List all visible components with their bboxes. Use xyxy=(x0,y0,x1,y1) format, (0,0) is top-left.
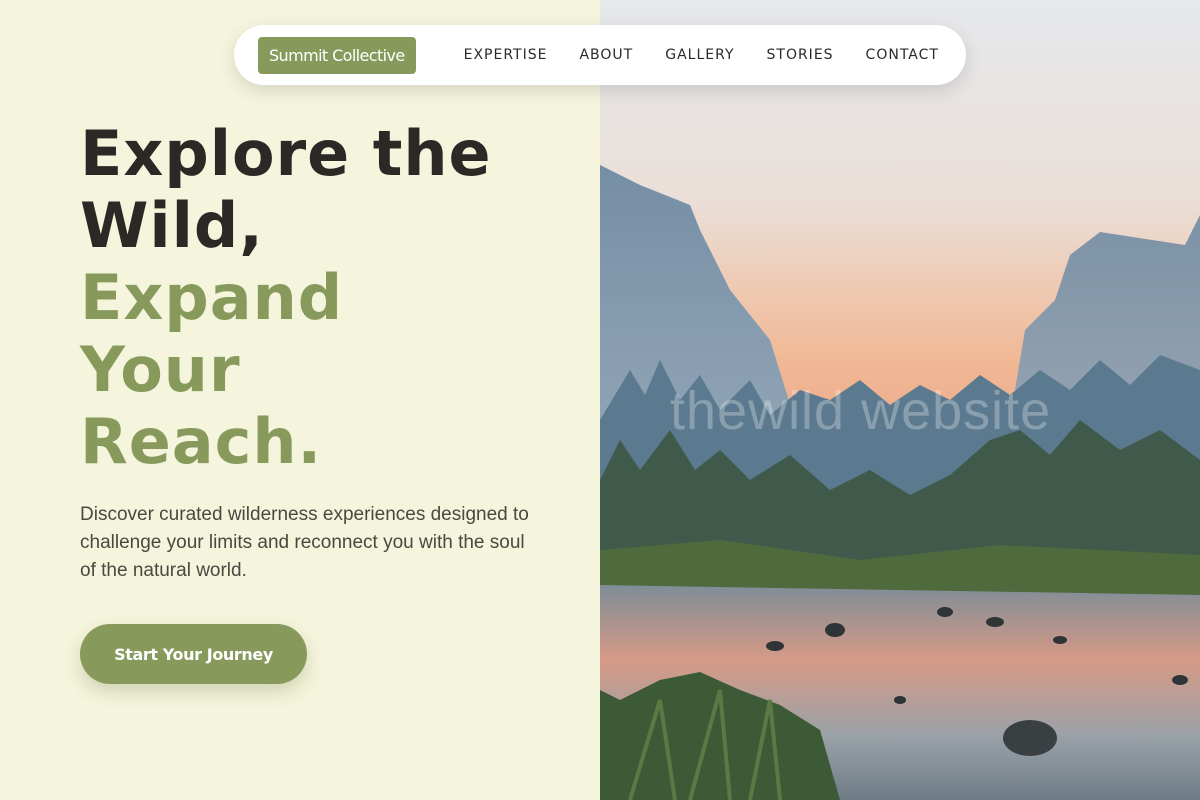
nav-link-gallery[interactable]: GALLERY xyxy=(665,47,734,63)
brand-logo[interactable]: Summit Collective xyxy=(258,36,416,74)
hero-title-accent-line: Expand xyxy=(80,261,344,334)
hero-title-accent-line: Your xyxy=(80,333,241,406)
hero-description: Discover curated wilderness experiences … xyxy=(80,504,529,581)
hero-title-line: Wild, xyxy=(80,189,264,262)
hero-title-line: Explore the xyxy=(80,117,492,190)
hero-title: Explore the Wild, Expand Your Reach. xyxy=(80,118,580,478)
nav-link-expertise[interactable]: EXPERTISE xyxy=(464,47,548,63)
watermark: thewild website xyxy=(670,381,1052,441)
hero-title-accent-line: Reach. xyxy=(80,405,323,478)
start-journey-button[interactable]: Start Your Journey xyxy=(80,624,307,684)
nav-link-stories[interactable]: STORIES xyxy=(767,47,834,63)
top-navbar: Summit Collective EXPERTISE ABOUT GALLER… xyxy=(234,25,966,85)
nav-link-about[interactable]: ABOUT xyxy=(579,47,633,63)
nav-links: EXPERTISE ABOUT GALLERY STORIES CONTACT xyxy=(464,47,939,63)
nav-link-contact[interactable]: CONTACT xyxy=(866,47,939,63)
